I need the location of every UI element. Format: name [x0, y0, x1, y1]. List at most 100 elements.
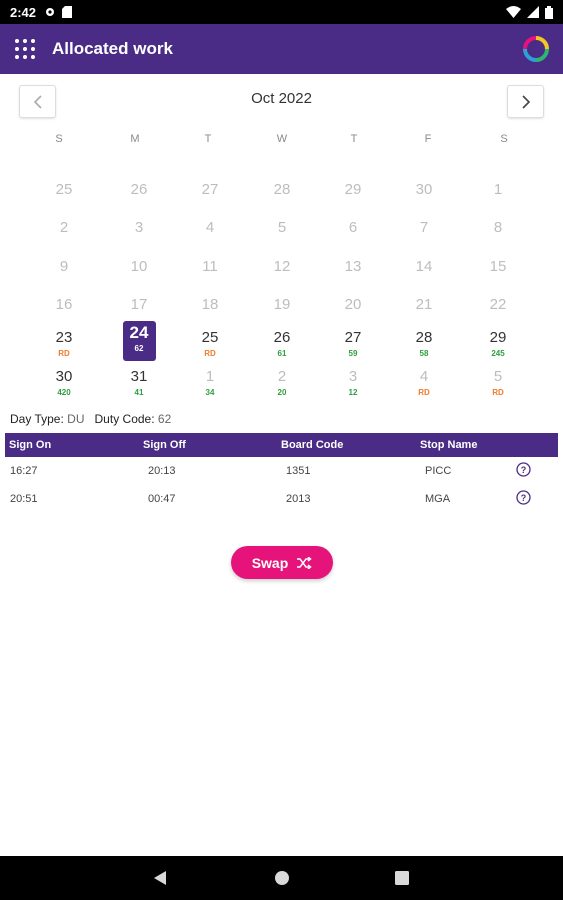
calendar-day-number: 25: [201, 329, 219, 346]
calendar-day-number: 4: [205, 219, 215, 236]
calendar-day[interactable]: 17: [109, 296, 169, 314]
column-header-sign-on: Sign On: [9, 439, 52, 451]
calendar-day[interactable]: 7: [394, 219, 454, 237]
apps-grid-icon[interactable]: [14, 38, 36, 60]
calendar-week-row: 9 10 11 12 13 14 15: [0, 258, 563, 298]
calendar-day[interactable]: 19: [252, 296, 312, 314]
sign-on-cell: 20:51: [10, 493, 38, 505]
calendar-day-number: 5: [277, 219, 287, 236]
calendar-day[interactable]: 27: [180, 181, 240, 199]
calendar-day[interactable]: 25 RD: [180, 329, 240, 359]
calendar-day[interactable]: 18: [180, 296, 240, 314]
weekday-label: T: [350, 133, 358, 145]
calendar-day[interactable]: 1 34: [180, 368, 240, 398]
calendar-day-number: 7: [419, 219, 429, 236]
calendar-day[interactable]: 15: [468, 258, 528, 276]
calendar-day-duty-code: RD: [492, 388, 504, 397]
calendar-day-duty-code: 59: [348, 349, 358, 358]
calendar-day[interactable]: 14: [394, 258, 454, 276]
weekday-label: S: [55, 133, 63, 145]
weekday-label: F: [424, 133, 432, 145]
calendar-day-number: 28: [273, 181, 291, 198]
wifi-icon: [506, 6, 521, 18]
calendar-day[interactable]: 5: [252, 219, 312, 237]
calendar-day[interactable]: 23 RD: [34, 329, 94, 359]
calendar-day-number: 23: [55, 329, 73, 346]
calendar-day[interactable]: 10: [109, 258, 169, 276]
help-icon[interactable]: ?: [516, 462, 531, 477]
calendar-day-duty-code: 58: [419, 349, 429, 358]
duty-code-label: Duty Code:: [94, 412, 155, 426]
calendar-day-duty-code: RD: [204, 349, 216, 358]
calendar-day[interactable]: 8: [468, 219, 528, 237]
next-month-button[interactable]: [507, 85, 544, 118]
calendar-day-duty-code: 62: [134, 344, 144, 353]
table-row: 20:51 00:47 2013 MGA ?: [5, 487, 558, 513]
calendar-day-duty-code: 420: [57, 388, 71, 397]
calendar-day-number: 6: [348, 219, 358, 236]
calendar-day-duty-code: 61: [277, 349, 287, 358]
calendar-day-number: 5: [493, 368, 503, 385]
calendar-day-number: 21: [415, 296, 433, 313]
swap-button[interactable]: Swap: [231, 546, 333, 579]
calendar-day-number: 2: [59, 219, 69, 236]
calendar-day[interactable]: 22: [468, 296, 528, 314]
calendar-day-selected[interactable]: 24 62: [122, 321, 156, 361]
calendar-day-number: 14: [415, 258, 433, 275]
calendar-day[interactable]: 26: [109, 181, 169, 199]
calendar-day[interactable]: 6: [323, 219, 383, 237]
calendar-day[interactable]: 28: [252, 181, 312, 199]
calendar-day[interactable]: 29: [323, 181, 383, 199]
calendar-day[interactable]: 20: [323, 296, 383, 314]
calendar-day[interactable]: 25: [34, 181, 94, 199]
calendar-day-number: 30: [415, 181, 433, 198]
calendar-day-number: 25: [55, 181, 73, 198]
calendar-day-number: 8: [493, 219, 503, 236]
calendar-day[interactable]: 16: [34, 296, 94, 314]
calendar-day-number: 17: [130, 296, 148, 313]
calendar-day[interactable]: 21: [394, 296, 454, 314]
weekday-label: M: [130, 133, 140, 145]
calendar-day[interactable]: 28 58: [394, 329, 454, 359]
calendar-day[interactable]: 2 20: [252, 368, 312, 398]
calendar-day[interactable]: 1: [468, 181, 528, 199]
column-header-board-code: Board Code: [281, 439, 344, 451]
duty-table-header: Sign On Sign Off Board Code Stop Name: [5, 433, 558, 457]
calendar-day[interactable]: 31 41: [109, 368, 169, 398]
calendar-day-number: 12: [273, 258, 291, 275]
calendar-day[interactable]: 26 61: [252, 329, 312, 359]
table-row: 16:27 20:13 1351 PICC ?: [5, 459, 558, 485]
sign-off-cell: 00:47: [148, 493, 176, 505]
calendar-day[interactable]: 5 RD: [468, 368, 528, 398]
battery-icon: [545, 5, 553, 19]
calendar-day[interactable]: 13: [323, 258, 383, 276]
swap-button-label: Swap: [251, 554, 289, 571]
shuffle-icon: [297, 556, 312, 569]
calendar-day[interactable]: 4 RD: [394, 368, 454, 398]
calendar-day-number: 9: [59, 258, 69, 275]
calendar-header: Oct 2022: [0, 84, 563, 120]
calendar-day[interactable]: 30 420: [34, 368, 94, 398]
calendar-day[interactable]: 4: [180, 219, 240, 237]
calendar-day[interactable]: 29 245: [468, 329, 528, 359]
settings-icon: [46, 8, 55, 16]
calendar-day[interactable]: 27 59: [323, 329, 383, 359]
calendar-day[interactable]: 11: [180, 258, 240, 276]
calendar-day-number: 26: [273, 329, 291, 346]
calendar-week-row: 25 26 27 28 29 30 1: [0, 181, 563, 221]
status-bar: 2:42: [0, 0, 563, 24]
calendar-day-number: 1: [205, 368, 215, 385]
help-icon[interactable]: ?: [516, 490, 531, 505]
stop-name-cell: MGA: [425, 493, 451, 505]
calendar-day[interactable]: 2: [34, 219, 94, 237]
back-icon[interactable]: [153, 870, 167, 886]
recent-apps-icon[interactable]: [395, 871, 409, 885]
calendar-day[interactable]: 3 12: [323, 368, 383, 398]
calendar-day[interactable]: 30: [394, 181, 454, 199]
home-icon[interactable]: [274, 870, 290, 886]
board-code-cell: 1351: [286, 465, 311, 477]
calendar-day[interactable]: 9: [34, 258, 94, 276]
calendar-day-number: 20: [344, 296, 362, 313]
calendar-day[interactable]: 12: [252, 258, 312, 276]
calendar-day[interactable]: 3: [109, 219, 169, 237]
